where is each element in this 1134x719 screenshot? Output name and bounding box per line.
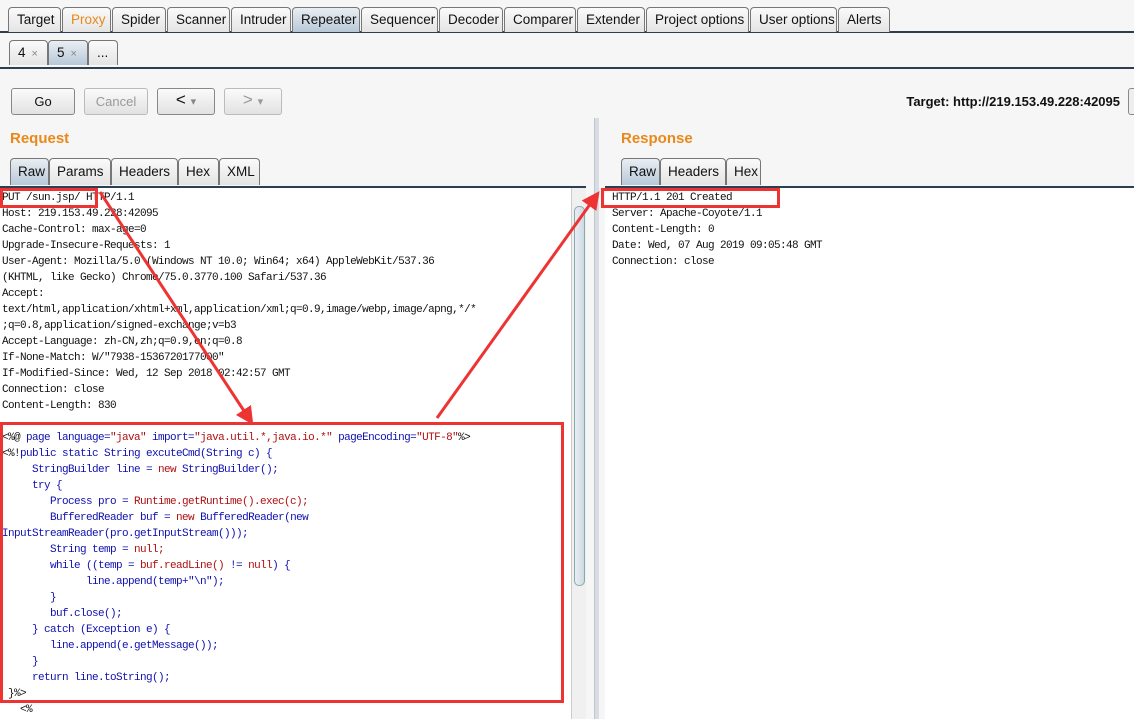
annotation-arrows [98, 191, 600, 426]
arrow-to-response [435, 191, 600, 419]
arrow-to-body [98, 191, 254, 426]
